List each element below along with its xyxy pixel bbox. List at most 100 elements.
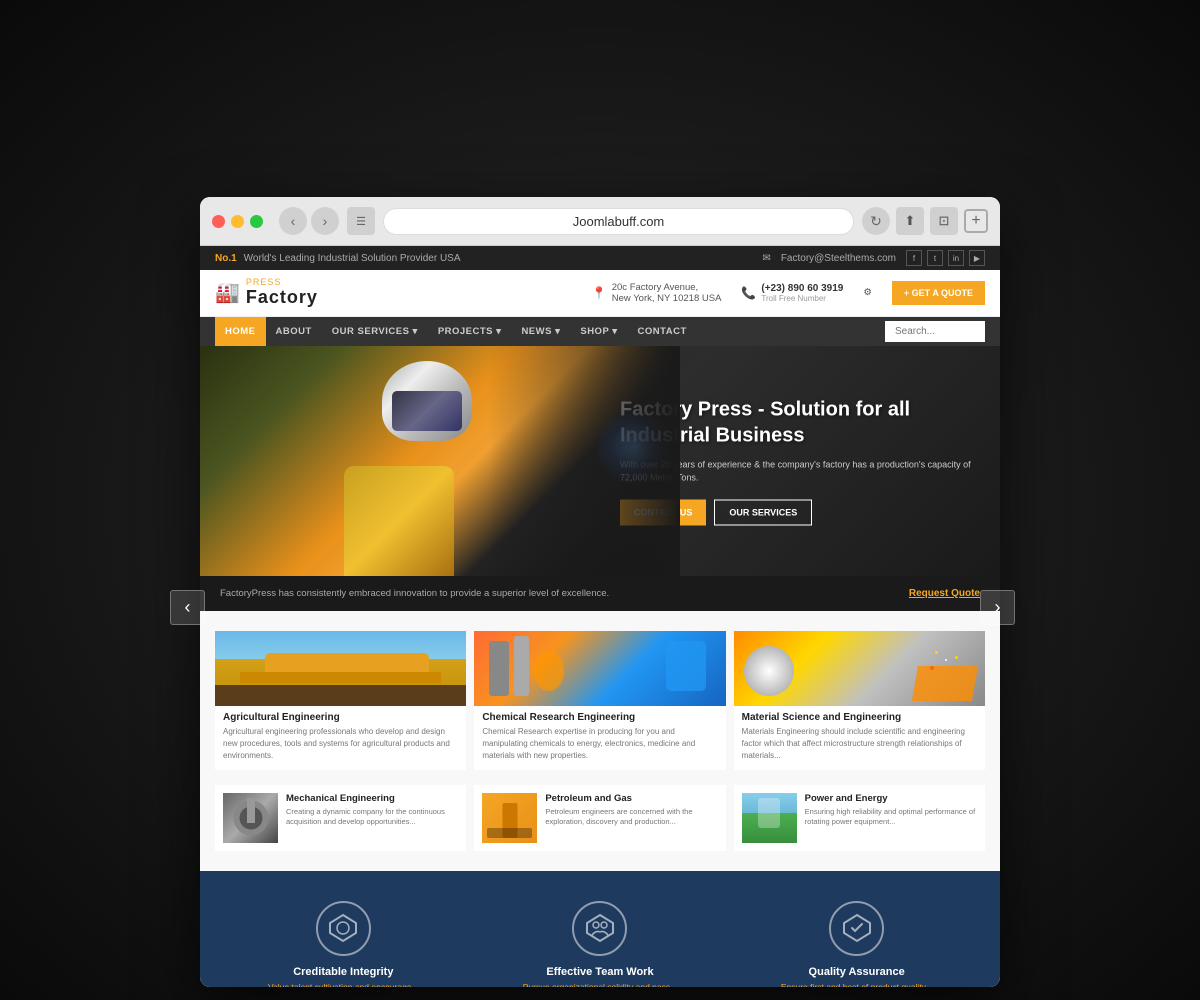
browser-window: ‹ › ☰ Joomlabuff.com ↻ ⬆ ⊡ + No.1 Wo — [200, 197, 1000, 987]
browser-actions: ↻ ⬆ ⊡ + — [862, 207, 988, 235]
service-card-agricultural: Agricultural Engineering Agricultural en… — [215, 631, 466, 770]
address-line1: 20c Factory Avenue, — [612, 282, 722, 293]
nav-services[interactable]: OUR SERVICES ▾ — [322, 317, 428, 346]
topbar-right: ✉ Factory@Steelthems.com f t in ▶ — [762, 250, 985, 266]
linkedin-icon[interactable]: in — [948, 250, 964, 266]
teamwork-title: Effective Team Work — [546, 966, 653, 978]
header-info: 📍 20c Factory Avenue, New York, NY 10218… — [592, 281, 985, 305]
nav-home[interactable]: HOME — [215, 317, 266, 346]
hero-image — [200, 346, 680, 576]
innovation-bar: FactoryPress has consistently embraced i… — [200, 576, 1000, 611]
nav-shop[interactable]: SHOP ▾ — [570, 317, 627, 346]
address-icon: 📍 — [592, 286, 607, 300]
phone-number: (+23) 890 60 3919 — [761, 283, 843, 294]
topbar-no: No.1 — [215, 253, 237, 264]
reload-button[interactable]: ↻ — [862, 207, 890, 235]
teamwork-icon — [572, 901, 627, 956]
social-icons: f t in ▶ — [906, 250, 985, 266]
feature-integrity: Creditable Integrity Value talent cultiv… — [228, 901, 459, 987]
nav-about[interactable]: ABOUT — [266, 317, 322, 346]
service-desc-power: Ensuring high reliability and optimal pe… — [805, 807, 977, 828]
logo-icon: 🏭 — [215, 280, 240, 305]
service-desc-material: Materials Engineering should include sci… — [734, 726, 985, 770]
topbar-email: Factory@Steelthems.com — [781, 253, 896, 264]
teamwork-subtitle: Pursue organizational solidity and pass.… — [523, 982, 678, 987]
service-card-power: Power and Energy Ensuring high reliabili… — [734, 785, 985, 851]
service-card-mechanical: Mechanical Engineering Creating a dynami… — [215, 785, 466, 851]
slider-next-button[interactable]: › — [980, 590, 1015, 625]
integrity-subtitle: Value talent cultivation and encourage..… — [268, 982, 419, 987]
topbar-tagline: World's Leading Industrial Solution Prov… — [244, 253, 461, 264]
quality-icon — [829, 901, 884, 956]
facebook-icon[interactable]: f — [906, 250, 922, 266]
settings-info[interactable]: ⚙ — [863, 287, 872, 298]
services-section: Agricultural Engineering Agricultural en… — [200, 611, 1000, 871]
chemical-image — [474, 631, 725, 706]
mechanical-content: Mechanical Engineering Creating a dynami… — [286, 793, 458, 828]
agricultural-image — [215, 631, 466, 706]
quality-subtitle: Ensure first and best of product quality… — [781, 982, 933, 987]
service-desc-petroleum: Petroleum engineers are concerned with t… — [545, 807, 717, 828]
services-bottom-grid: Mechanical Engineering Creating a dynami… — [215, 785, 985, 851]
logo-text: Press Factory — [246, 278, 318, 308]
address-line2: New York, NY 10218 USA — [612, 293, 722, 304]
maximize-button[interactable] — [250, 215, 263, 228]
rss-icon[interactable]: ▶ — [969, 250, 985, 266]
service-desc-mechanical: Creating a dynamic company for the conti… — [286, 807, 458, 828]
nav-news[interactable]: NEWS ▾ — [511, 317, 570, 346]
address-bar[interactable]: Joomlabuff.com — [383, 208, 854, 235]
website-content: No.1 World's Leading Industrial Solution… — [200, 246, 1000, 987]
service-desc-agricultural: Agricultural engineering professionals w… — [215, 726, 466, 770]
service-card-petroleum: Petroleum and Gas Petroleum engineers ar… — [474, 785, 725, 851]
material-image — [734, 631, 985, 706]
copy-button[interactable]: ⊡ — [930, 207, 958, 235]
main-navigation: HOME ABOUT OUR SERVICES ▾ PROJECTS ▾ NEW… — [200, 317, 1000, 346]
services-top-grid: Agricultural Engineering Agricultural en… — [215, 631, 985, 770]
topbar: No.1 World's Leading Industrial Solution… — [200, 246, 1000, 270]
traffic-lights — [212, 215, 263, 228]
integrity-title: Creditable Integrity — [293, 966, 393, 978]
slider-prev-button[interactable]: ‹ — [170, 590, 205, 625]
back-button[interactable]: ‹ — [279, 207, 307, 235]
browser-chrome: ‹ › ☰ Joomlabuff.com ↻ ⬆ ⊡ + — [200, 197, 1000, 246]
settings-icon: ⚙ — [863, 287, 872, 298]
forward-button[interactable]: › — [311, 207, 339, 235]
hero-section: Factory Press - Solution for all Industr… — [200, 346, 1000, 576]
nav-contact[interactable]: CONTACT — [628, 317, 697, 346]
nav-items: HOME ABOUT OUR SERVICES ▾ PROJECTS ▾ NEW… — [215, 317, 697, 346]
topbar-email-icon: ✉ — [762, 253, 770, 264]
petroleum-content: Petroleum and Gas Petroleum engineers ar… — [545, 793, 717, 828]
service-title-petroleum: Petroleum and Gas — [545, 793, 717, 804]
browser-navigation: ‹ › — [279, 207, 339, 235]
innovation-text: FactoryPress has consistently embraced i… — [220, 588, 609, 599]
integrity-icon — [316, 901, 371, 956]
service-title-chemical: Chemical Research Engineering — [474, 706, 725, 726]
site-header: 🏭 Press Factory 📍 20c Factory Avenue, Ne… — [200, 270, 1000, 317]
twitter-icon[interactable]: t — [927, 250, 943, 266]
close-button[interactable] — [212, 215, 225, 228]
service-title-power: Power and Energy — [805, 793, 977, 804]
get-quote-button[interactable]: + GET A QUOTE — [892, 281, 985, 305]
service-title-mechanical: Mechanical Engineering — [286, 793, 458, 804]
phone-label: Troll Free Number — [761, 294, 843, 303]
power-content: Power and Energy Ensuring high reliabili… — [805, 793, 977, 828]
sidebar-button[interactable]: ☰ — [347, 207, 375, 235]
request-quote-link[interactable]: Request Quote — [909, 588, 980, 599]
topbar-left: No.1 World's Leading Industrial Solution… — [215, 253, 461, 264]
minimize-button[interactable] — [231, 215, 244, 228]
quality-title: Quality Assurance — [809, 966, 905, 978]
our-services-button[interactable]: OUR SERVICES — [714, 499, 812, 525]
feature-quality: Quality Assurance Ensure first and best … — [741, 901, 972, 987]
address-info: 📍 20c Factory Avenue, New York, NY 10218… — [592, 282, 722, 304]
feature-teamwork: Effective Team Work Pursue organizationa… — [484, 901, 715, 987]
logo-factory-text: Factory — [246, 288, 318, 308]
service-desc-chemical: Chemical Research expertise in producing… — [474, 726, 725, 770]
phone-icon: 📞 — [741, 286, 756, 300]
share-button[interactable]: ⬆ — [896, 207, 924, 235]
nav-projects[interactable]: PROJECTS ▾ — [428, 317, 512, 346]
mechanical-image — [223, 793, 278, 843]
service-title-agricultural: Agricultural Engineering — [215, 706, 466, 726]
search-input[interactable] — [885, 321, 985, 342]
service-title-material: Material Science and Engineering — [734, 706, 985, 726]
new-tab-button[interactable]: + — [964, 209, 988, 233]
